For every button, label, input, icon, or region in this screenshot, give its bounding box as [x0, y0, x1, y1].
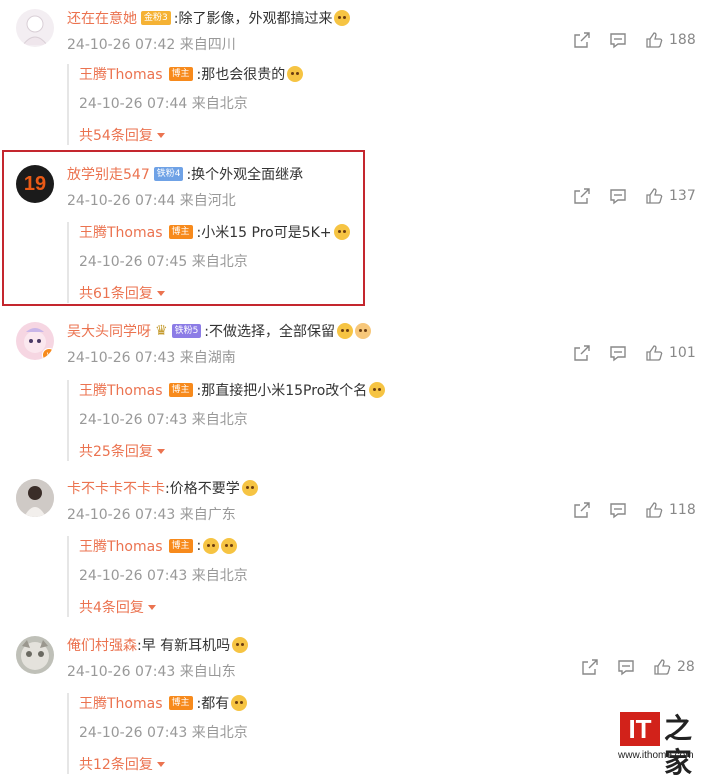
crown-icon: ♛ [155, 323, 168, 339]
caret-down-icon [156, 132, 165, 138]
like-button[interactable]: 188 [645, 31, 696, 49]
emoji-icon [221, 538, 238, 554]
emoji-icon [337, 323, 354, 339]
host-badge: 博主 [168, 67, 193, 81]
username[interactable]: 卡不卡卡不卡卡 [67, 478, 165, 498]
comment-icon[interactable] [609, 187, 627, 205]
comment-meta: 24-10-26 07:42 来自四川 [67, 37, 236, 53]
reply-meta: 24-10-26 07:43 来自北京 [79, 568, 248, 584]
like-count: 188 [669, 32, 696, 48]
avatar[interactable] [16, 9, 54, 47]
comment-text: :除了影像，外观都搞过来 [173, 11, 333, 27]
comment-icon[interactable] [617, 658, 635, 676]
share-icon[interactable] [573, 187, 591, 205]
share-icon[interactable] [573, 344, 591, 362]
reply-text: :那也会很贵的 [196, 67, 286, 83]
verified-icon: v [42, 348, 54, 360]
like-button[interactable]: 137 [645, 187, 696, 205]
reply-block: 王腾Thomas 博主 : 24-10-26 07:43 来自北京 共4条回复 [67, 536, 248, 617]
reply-block: 王腾Thomas 博主 :那直接把小米15Pro改个名 24-10-26 07:… [67, 380, 386, 461]
emoji-icon [203, 538, 220, 554]
fan-badge: 铁粉5 [171, 324, 202, 338]
reply-username[interactable]: 王腾Thomas [79, 536, 163, 556]
host-badge: 博主 [168, 696, 193, 710]
reply-meta: 24-10-26 07:44 来自北京 [79, 96, 248, 112]
comment-icon[interactable] [609, 344, 627, 362]
highlight-box [2, 150, 365, 306]
thumb-up-icon [646, 345, 663, 361]
comment-text: :早 有新耳机吗 [137, 638, 231, 654]
share-icon[interactable] [573, 501, 591, 519]
emoji-icon [231, 695, 248, 711]
emoji-icon [241, 480, 258, 496]
like-button[interactable]: 118 [645, 501, 696, 519]
logo-url: www.ithome.com [618, 750, 694, 761]
reply-text: : [196, 538, 202, 554]
logo-zhi: 之家 [664, 712, 693, 779]
emoji-icon [369, 382, 386, 398]
fan-badge: 金粉3 [141, 11, 171, 25]
more-replies-link[interactable]: 共25条回复 [79, 441, 385, 461]
comment-meta: 24-10-26 07:43 来自山东 [67, 664, 236, 680]
thumb-up-icon [646, 502, 663, 518]
comment-icon[interactable] [609, 501, 627, 519]
comment-text: :价格不要学 [165, 481, 240, 497]
ithome-watermark: IT 之家 www.ithome.com [618, 710, 702, 779]
host-badge: 博主 [168, 383, 193, 397]
thumb-up-icon [646, 188, 663, 204]
reply-block: 王腾Thomas 博主 :那也会很贵的 24-10-26 07:44 来自北京 … [67, 64, 304, 145]
caret-down-icon [147, 604, 156, 610]
avatar[interactable] [16, 479, 54, 517]
reply-text: :都有 [196, 696, 230, 712]
reply-username[interactable]: 王腾Thomas [79, 64, 163, 84]
host-badge: 博主 [168, 539, 193, 553]
caret-down-icon [156, 448, 165, 454]
more-replies-link[interactable]: 共12条回复 [79, 754, 248, 774]
caret-down-icon [156, 761, 165, 767]
like-button[interactable]: 28 [653, 658, 695, 676]
username[interactable]: 还在在意她 [67, 8, 137, 28]
more-replies-link[interactable]: 共54条回复 [79, 125, 303, 145]
reply-meta: 24-10-26 07:43 来自北京 [79, 725, 248, 741]
comment-meta: 24-10-26 07:43 来自湖南 [67, 350, 236, 366]
avatar[interactable]: v [16, 322, 54, 360]
comment-meta: 24-10-26 07:43 来自广东 [67, 507, 236, 523]
username[interactable]: 吴大头同学呀 [67, 321, 151, 341]
reply-username[interactable]: 王腾Thomas [79, 693, 163, 713]
like-count: 137 [669, 188, 696, 204]
avatar[interactable] [16, 636, 54, 674]
comment-text: :不做选择，全部保留 [204, 324, 336, 340]
more-replies-link[interactable]: 共4条回复 [79, 597, 248, 617]
thumb-up-icon [646, 32, 663, 48]
logo-it: IT [620, 712, 660, 746]
like-count: 118 [669, 502, 696, 518]
reply-block: 王腾Thomas 博主 :都有 24-10-26 07:43 来自北京 共12条… [67, 693, 248, 774]
emoji-icon [334, 10, 351, 26]
share-icon[interactable] [573, 31, 591, 49]
reply-text: :那直接把小米15Pro改个名 [196, 383, 368, 399]
emoji-icon [287, 66, 304, 82]
like-count: 101 [669, 345, 696, 361]
comment-icon[interactable] [609, 31, 627, 49]
emoji-icon [232, 637, 249, 653]
username[interactable]: 俺们村强森 [67, 635, 137, 655]
like-button[interactable]: 101 [645, 344, 696, 362]
reply-meta: 24-10-26 07:43 来自北京 [79, 412, 248, 428]
share-icon[interactable] [581, 658, 599, 676]
like-count: 28 [677, 659, 695, 675]
reply-username[interactable]: 王腾Thomas [79, 380, 163, 400]
victory-hand-icon [355, 323, 372, 339]
thumb-up-icon [654, 659, 671, 675]
